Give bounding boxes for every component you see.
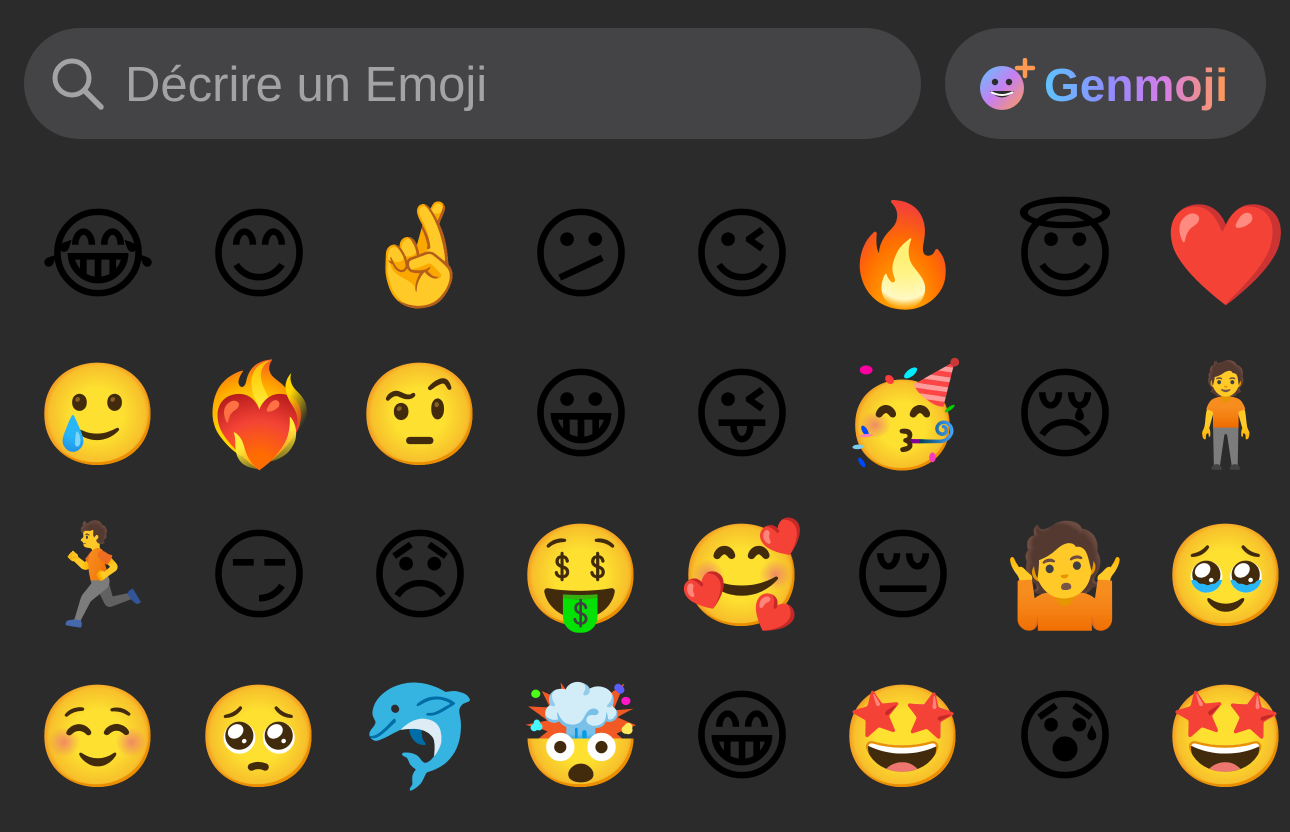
emoji-crying[interactable]: 😢 xyxy=(990,340,1140,490)
emoji-exploding-head[interactable]: 🤯 xyxy=(506,662,656,812)
emoji-confused[interactable]: 😕 xyxy=(506,180,656,330)
emoji-glyph: 😜 xyxy=(689,356,795,473)
emoji-glyph: 😁 xyxy=(689,678,795,795)
emoji-beaming[interactable]: 😁 xyxy=(667,662,817,812)
emoji-pensive[interactable]: 😔 xyxy=(828,501,978,651)
emoji-smiling-eyes[interactable]: 😊 xyxy=(184,180,334,330)
emoji-grid: 😂 😊 🤞 😕 😉 🔥 😇 ❤️ 🥲 ❤️‍🔥 🤨 😀 😜 🥳 😢 🧍 🏃 😏 😞 🤑 🥰 😔 🤷 🥹 ☺️ 🥺 🐬 🤯 😁 🤩 😰 🤩 xyxy=(0,0,1290,832)
emoji-memoji-fingers-crossed[interactable]: 🤞 xyxy=(345,180,495,330)
emoji-memoji-torch[interactable]: 🔥 xyxy=(828,180,978,330)
emoji-glyph: 🥳 xyxy=(840,356,966,473)
emoji-glyph: 😢 xyxy=(1012,356,1118,473)
emoji-tears-of-joy[interactable]: 😂 xyxy=(23,180,173,330)
emoji-glyph: 🐬 xyxy=(357,678,483,795)
emoji-glyph: 😀 xyxy=(528,356,634,473)
emoji-anxious-sweat[interactable]: 😰 xyxy=(990,662,1140,812)
emoji-heart-on-fire[interactable]: ❤️‍🔥 xyxy=(184,340,334,490)
emoji-smirking[interactable]: 😏 xyxy=(184,501,334,651)
emoji-halo[interactable]: 😇 xyxy=(990,180,1140,330)
emoji-glyph: 🤩 xyxy=(840,678,966,795)
emoji-glyph: 🏃 xyxy=(35,517,161,634)
emoji-glyph: ☺️ xyxy=(35,678,161,795)
emoji-glyph: 😉 xyxy=(689,196,795,313)
emoji-disappointed[interactable]: 😞 xyxy=(345,501,495,651)
emoji-glyph: 😂 xyxy=(39,196,157,313)
emoji-glyph: 🤷 xyxy=(1002,517,1128,634)
emoji-memoji-star-eyes-fire[interactable]: 🤩 xyxy=(828,662,978,812)
emoji-sticker-dancing-person[interactable]: 🏃 xyxy=(23,501,173,651)
emoji-memoji-sunglasses-shrug[interactable]: 🤷 xyxy=(990,501,1140,651)
emoji-memoji-money[interactable]: 🤑 xyxy=(506,501,656,651)
emoji-glyph: ❤️ xyxy=(1163,196,1289,313)
emoji-glyph: 🥹 xyxy=(1163,517,1289,634)
emoji-pleading[interactable]: 🥺 xyxy=(184,662,334,812)
emoji-photo-sticker-man-laughing[interactable]: 🧍 xyxy=(1151,340,1290,490)
emoji-glyph: 😔 xyxy=(850,517,956,634)
emoji-glyph: 🤑 xyxy=(518,517,644,634)
emoji-glyph: 😊 xyxy=(206,196,312,313)
emoji-glyph: 🤩 xyxy=(1163,678,1289,795)
emoji-holding-back-tears[interactable]: 🥹 xyxy=(1151,501,1290,651)
emoji-glyph: 🤯 xyxy=(518,678,644,795)
emoji-glyph: 😞 xyxy=(367,517,473,634)
emoji-star-struck[interactable]: 🤩 xyxy=(1151,662,1290,812)
emoji-smiling-hearts[interactable]: 🥰 xyxy=(667,501,817,651)
emoji-winking-tongue[interactable]: 😜 xyxy=(667,340,817,490)
emoji-glyph: 😕 xyxy=(528,196,634,313)
emoji-glyph: 🤨 xyxy=(357,356,483,473)
emoji-smiling-tear[interactable]: 🥲 xyxy=(23,340,173,490)
emoji-glyph: 🥰 xyxy=(679,517,805,634)
emoji-red-heart[interactable]: ❤️ xyxy=(1151,180,1290,330)
emoji-glyph: 😰 xyxy=(1012,678,1118,795)
emoji-glyph: 🔥 xyxy=(840,196,966,313)
emoji-glyph: ❤️‍🔥 xyxy=(196,356,322,473)
emoji-glyph: 🤞 xyxy=(357,196,483,313)
emoji-partying[interactable]: 🥳 xyxy=(828,340,978,490)
emoji-raised-eyebrow[interactable]: 🤨 xyxy=(345,340,495,490)
emoji-glyph: 😏 xyxy=(206,517,312,634)
emoji-glyph: 🧍 xyxy=(1163,356,1289,473)
emoji-smiling-face[interactable]: ☺️ xyxy=(23,662,173,812)
emoji-glyph: 🥺 xyxy=(196,678,322,795)
emoji-genmoji-orca[interactable]: 🐬 xyxy=(345,662,495,812)
emoji-winking[interactable]: 😉 xyxy=(667,180,817,330)
emoji-grinning[interactable]: 😀 xyxy=(506,340,656,490)
emoji-glyph: 😇 xyxy=(1012,196,1118,313)
emoji-glyph: 🥲 xyxy=(35,356,161,473)
